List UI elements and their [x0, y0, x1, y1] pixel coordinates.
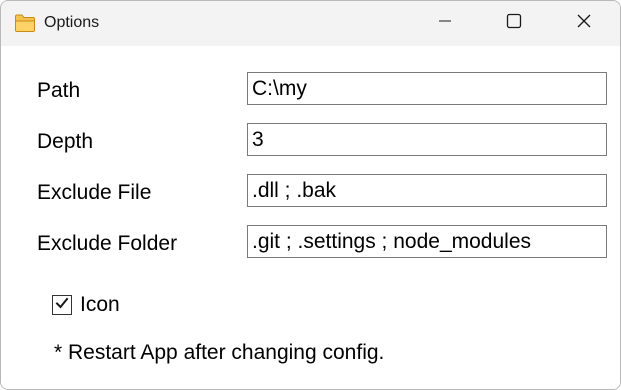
minimize-button[interactable] [422, 1, 468, 46]
maximize-button[interactable] [491, 1, 537, 46]
icon-checkbox[interactable] [52, 295, 72, 315]
title-bar[interactable]: Options [1, 1, 620, 46]
exclude-folder-label: Exclude Folder [37, 232, 178, 255]
window-title: Options [44, 14, 100, 31]
folder-icon [14, 13, 36, 33]
icon-checkbox-label[interactable]: Icon [80, 292, 120, 318]
close-button[interactable] [561, 1, 607, 46]
exclude-folder-input[interactable] [247, 225, 607, 258]
exclude-file-label: Exclude File [37, 181, 152, 204]
minimize-icon [438, 14, 452, 33]
exclude-file-input[interactable] [247, 174, 607, 207]
depth-label: Depth [37, 130, 94, 153]
options-form: Path Depth Exclude File Exclude Folder I… [1, 46, 620, 389]
maximize-icon [506, 13, 522, 34]
depth-input[interactable] [247, 123, 607, 156]
close-icon [576, 13, 592, 34]
path-input[interactable] [247, 72, 607, 105]
path-label: Path [37, 79, 81, 102]
options-window: Options Path Depth Exclude File Exclude … [0, 0, 621, 390]
checkmark-icon [55, 296, 69, 315]
restart-note: * Restart App after changing config. [54, 341, 385, 364]
